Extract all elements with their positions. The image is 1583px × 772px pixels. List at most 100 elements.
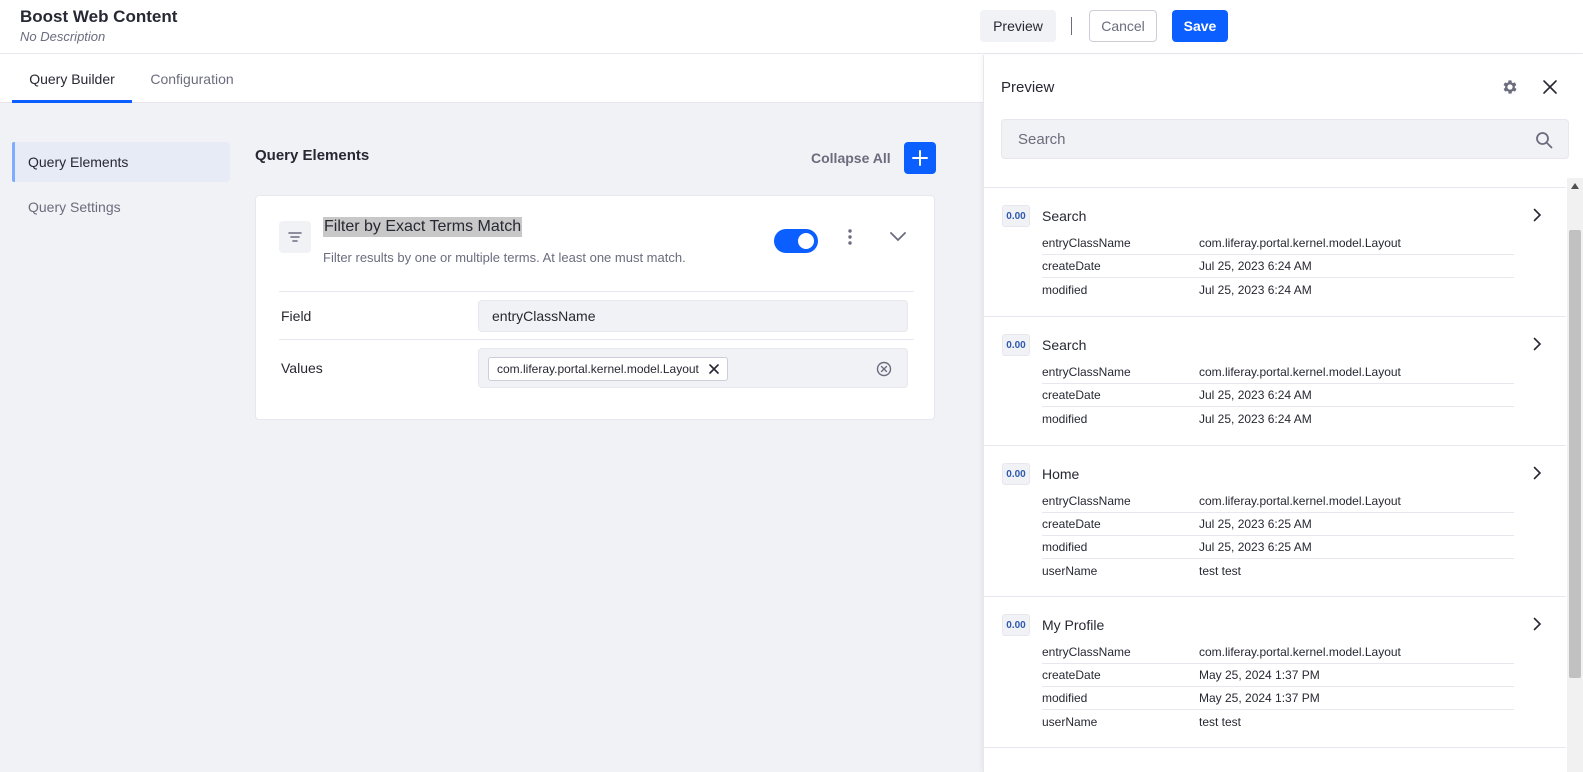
chevron-down-icon[interactable]	[888, 227, 908, 247]
cancel-button[interactable]: Cancel	[1089, 10, 1157, 42]
query-element-title: Filter by Exact Terms Match	[323, 217, 523, 237]
result-field-row: createDate Jul 25, 2023 6:24 AM	[1042, 255, 1514, 278]
chevron-right-icon[interactable]	[1529, 615, 1545, 633]
field-value: Jul 25, 2023 6:24 AM	[1199, 388, 1312, 402]
preview-search-input[interactable]: Search	[1001, 119, 1569, 159]
result-field-row: entryClassName com.liferay.portal.kernel.…	[1042, 361, 1514, 384]
field-key: entryClassName	[1042, 645, 1131, 659]
result-field-row: entryClassName com.liferay.portal.kernel.…	[1042, 232, 1514, 255]
field-value: Jul 25, 2023 6:25 AM	[1199, 517, 1312, 531]
enable-toggle[interactable]	[774, 229, 818, 253]
field-key: userName	[1042, 563, 1098, 578]
field-value: com.liferay.portal.kernel.model.Layout	[1199, 494, 1401, 508]
result-title[interactable]: Home	[1042, 466, 1079, 482]
result-fields: entryClassName com.liferay.portal.kernel.…	[1042, 490, 1514, 582]
result-field-row: entryClassName com.liferay.portal.kernel.…	[1042, 490, 1514, 513]
field-value: Jul 25, 2023 6:25 AM	[1199, 540, 1312, 554]
field-key: userName	[1042, 714, 1098, 729]
values-multiselect[interactable]: com.liferay.portal.kernel.model.Layout	[478, 348, 908, 388]
field-value: Jul 25, 2023 6:24 AM	[1199, 411, 1312, 426]
field-value: test test	[1199, 714, 1242, 729]
section-title: Query Elements	[255, 147, 370, 164]
score-badge: 0.00	[1002, 334, 1030, 356]
result-fields: entryClassName com.liferay.portal.kernel.…	[1042, 641, 1514, 733]
result-title[interactable]: Search	[1042, 337, 1086, 353]
result-item[interactable]: 0.00 Home entryClassName com.liferay.port…	[984, 446, 1566, 597]
sidebar-item-query-elements[interactable]: Query Elements	[12, 142, 230, 182]
kebab-icon[interactable]	[842, 227, 858, 247]
result-title[interactable]: Search	[1042, 208, 1086, 224]
chevron-right-icon[interactable]	[1529, 464, 1545, 482]
chevron-right-icon[interactable]	[1529, 206, 1545, 224]
result-field-row: createDate Jul 25, 2023 6:25 AM	[1042, 513, 1514, 536]
field-key: createDate	[1042, 259, 1101, 273]
times-icon[interactable]	[709, 364, 719, 374]
value-chip: com.liferay.portal.kernel.model.Layout	[488, 357, 728, 381]
search-icon[interactable]	[1534, 130, 1554, 150]
query-builder-main: Query Elements Query Settings Query Elem…	[0, 103, 983, 772]
result-title[interactable]: My Profile	[1042, 617, 1104, 633]
tab-query-builder[interactable]: Query Builder	[12, 55, 132, 103]
close-icon[interactable]	[1540, 77, 1560, 97]
field-label: Field	[281, 308, 312, 324]
result-item[interactable]: 0.00 Search entryClassName com.liferay.po…	[984, 317, 1566, 446]
field-key: modified	[1042, 411, 1088, 426]
result-field-row: createDate May 25, 2024 1:37 PM	[1042, 664, 1514, 687]
result-item[interactable]: 0.00 My Profile entryClassName com.lifera…	[984, 597, 1566, 748]
field-key: createDate	[1042, 668, 1101, 682]
page-description: No Description	[20, 29, 106, 44]
tab-bar: Query Builder Configuration	[0, 55, 983, 103]
collapse-all-button[interactable]: Collapse All	[811, 150, 891, 166]
header-bar: Boost Web Content No Description Preview…	[0, 0, 1583, 54]
scroll-up-arrow-icon[interactable]	[1567, 180, 1583, 192]
sidebar-item-query-settings[interactable]: Query Settings	[12, 187, 230, 227]
result-fields: entryClassName com.liferay.portal.kernel.…	[1042, 361, 1514, 430]
tab-configuration[interactable]: Configuration	[140, 55, 244, 102]
header-divider	[1071, 17, 1072, 35]
value-chip-label: com.liferay.portal.kernel.model.Layout	[497, 362, 699, 376]
chevron-right-icon[interactable]	[1529, 335, 1545, 353]
result-item[interactable]: 0.00 Search entryClassName com.liferay.po…	[984, 188, 1566, 317]
result-fields: entryClassName com.liferay.portal.kernel.…	[1042, 232, 1514, 301]
search-placeholder: Search	[1018, 130, 1066, 148]
preview-results-list: 0.00 Search entryClassName com.liferay.po…	[984, 187, 1566, 772]
field-value: Jul 25, 2023 6:24 AM	[1199, 259, 1312, 273]
result-field-row: modified Jul 25, 2023 6:24 AM	[1042, 278, 1514, 301]
gear-icon[interactable]	[1500, 77, 1520, 97]
page-title: Boost Web Content	[20, 7, 178, 26]
preview-scrollbar[interactable]	[1567, 178, 1583, 772]
field-key: modified	[1042, 540, 1088, 554]
score-badge: 0.00	[1002, 205, 1030, 227]
score-badge: 0.00	[1002, 463, 1030, 485]
field-value: May 25, 2024 1:37 PM	[1199, 691, 1320, 705]
field-key: modified	[1042, 282, 1088, 297]
preview-button[interactable]: Preview	[980, 10, 1056, 42]
field-input[interactable]: entryClassName	[478, 300, 908, 332]
field-key: createDate	[1042, 517, 1101, 531]
field-key: createDate	[1042, 388, 1101, 402]
plus-icon	[912, 150, 928, 166]
field-value: com.liferay.portal.kernel.model.Layout	[1199, 645, 1401, 659]
query-element-card: Filter by Exact Terms Match Filter resul…	[255, 195, 935, 420]
divider	[279, 291, 914, 292]
result-field-row: createDate Jul 25, 2023 6:24 AM	[1042, 384, 1514, 407]
preview-title: Preview	[1001, 79, 1055, 96]
result-field-row: modified Jul 25, 2023 6:24 AM	[1042, 407, 1514, 430]
preview-panel: Preview Search 0.00 Search entryClassNam…	[983, 55, 1583, 772]
add-query-element-button[interactable]	[904, 142, 936, 174]
values-label: Values	[281, 360, 323, 376]
field-key: entryClassName	[1042, 494, 1131, 508]
result-field-row: modified Jul 25, 2023 6:25 AM	[1042, 536, 1514, 559]
save-button[interactable]: Save	[1172, 10, 1228, 42]
divider	[279, 339, 914, 340]
result-field-row: entryClassName com.liferay.portal.kernel.…	[1042, 641, 1514, 664]
times-circle-icon[interactable]	[875, 360, 893, 378]
field-value: May 25, 2024 1:37 PM	[1199, 668, 1320, 682]
filter-lines-icon	[279, 221, 311, 253]
scrollbar-thumb[interactable]	[1569, 230, 1581, 678]
field-value: com.liferay.portal.kernel.model.Layout	[1199, 365, 1401, 379]
field-key: entryClassName	[1042, 236, 1131, 250]
query-element-description: Filter results by one or multiple terms.…	[323, 250, 686, 265]
result-field-row: userName test test	[1042, 559, 1514, 582]
field-value: test test	[1199, 563, 1242, 578]
